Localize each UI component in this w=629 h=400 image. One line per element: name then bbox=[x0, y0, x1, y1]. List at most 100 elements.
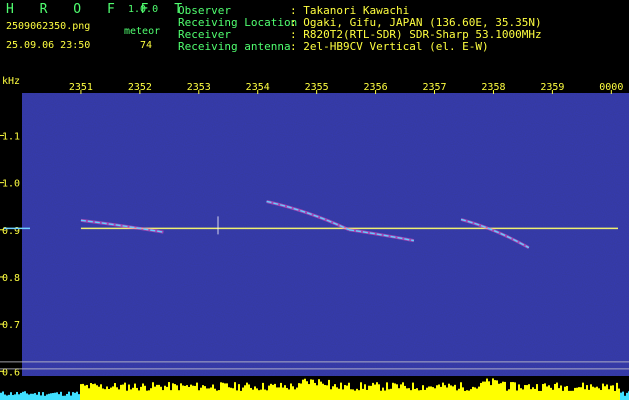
histogram-bar bbox=[156, 384, 158, 400]
histogram-bar bbox=[274, 383, 276, 400]
histogram-bar bbox=[50, 393, 52, 400]
histogram-bar bbox=[450, 385, 452, 400]
histogram-bar bbox=[536, 384, 538, 400]
histogram-bar bbox=[258, 390, 260, 400]
histogram-bar bbox=[26, 393, 28, 400]
histogram-bar bbox=[582, 382, 584, 400]
histogram-bar bbox=[88, 388, 90, 400]
histogram-bar bbox=[356, 388, 358, 400]
histogram-bar bbox=[602, 383, 604, 400]
antenna-label: Receiving antenna bbox=[178, 40, 291, 53]
histogram-bar bbox=[78, 394, 80, 400]
histogram-bar bbox=[546, 386, 548, 400]
histogram-bar bbox=[268, 385, 270, 400]
histogram-bar bbox=[576, 387, 578, 400]
histogram-bar bbox=[494, 380, 496, 400]
histogram-bar bbox=[482, 381, 484, 400]
histogram-bar bbox=[506, 390, 508, 400]
histogram-bar bbox=[532, 387, 534, 400]
histogram-bar bbox=[192, 385, 194, 400]
x-tick-label: 2359 bbox=[540, 82, 564, 93]
histogram-bar bbox=[314, 382, 316, 400]
histogram-bar bbox=[516, 390, 518, 400]
histogram-bar bbox=[44, 395, 46, 400]
histogram-bar bbox=[458, 388, 460, 400]
histogram-bar bbox=[286, 387, 288, 400]
histogram-bar bbox=[618, 388, 620, 400]
histogram-bar bbox=[136, 387, 138, 400]
histogram-bar bbox=[146, 390, 148, 400]
histogram-bar bbox=[86, 384, 88, 400]
noise-field bbox=[22, 93, 629, 376]
histogram-bar bbox=[340, 382, 342, 400]
histogram-bar bbox=[182, 385, 184, 400]
histogram-bar bbox=[412, 382, 414, 400]
histogram-bar bbox=[36, 394, 38, 400]
histogram-bar bbox=[212, 384, 214, 400]
histogram-bar bbox=[236, 390, 238, 400]
histogram-bar bbox=[148, 390, 150, 400]
histogram-bar bbox=[440, 386, 442, 400]
histogram-bar bbox=[510, 382, 512, 400]
histogram-bar bbox=[62, 395, 64, 400]
receiver-value: : R820T2(RTL-SDR) SDR-Sharp 53.1000MHz bbox=[290, 28, 542, 41]
histogram-bar bbox=[544, 383, 546, 400]
histogram-bar bbox=[610, 385, 612, 400]
histogram-bar bbox=[296, 387, 298, 400]
histogram-bar bbox=[272, 384, 274, 400]
histogram-bar bbox=[410, 390, 412, 400]
histogram-bar bbox=[70, 395, 72, 400]
histogram-bar bbox=[32, 393, 34, 400]
histogram-bar bbox=[452, 386, 454, 400]
histogram-bar bbox=[330, 389, 332, 400]
histogram-bar bbox=[624, 395, 626, 400]
histogram-bar bbox=[558, 388, 560, 400]
histogram-bar bbox=[428, 386, 430, 400]
histogram-bar bbox=[168, 382, 170, 400]
histogram-bar bbox=[556, 382, 558, 400]
histogram-bar bbox=[332, 386, 334, 400]
histogram-bar bbox=[76, 391, 78, 400]
histogram-bar bbox=[406, 388, 408, 400]
histogram-bar bbox=[348, 382, 350, 400]
histogram-bar bbox=[386, 382, 388, 400]
histogram-bar bbox=[252, 389, 254, 400]
histogram-bar bbox=[342, 389, 344, 400]
histogram-bar bbox=[194, 385, 196, 400]
histogram-bar bbox=[214, 388, 216, 400]
histogram-bar bbox=[600, 390, 602, 400]
histogram-bar bbox=[334, 384, 336, 400]
histogram-bar bbox=[448, 383, 450, 400]
histogram-bar bbox=[464, 390, 466, 400]
histogram-bar bbox=[486, 378, 488, 400]
histogram-bar bbox=[124, 382, 126, 400]
histogram-bar bbox=[16, 391, 18, 400]
histogram-bar bbox=[284, 385, 286, 400]
histogram-bar bbox=[364, 384, 366, 400]
histogram-bar bbox=[306, 381, 308, 400]
histogram-bar bbox=[172, 383, 174, 400]
histogram-bar bbox=[186, 385, 188, 400]
histogram-bar bbox=[114, 383, 116, 400]
histogram-bar bbox=[616, 382, 618, 400]
histogram-bar bbox=[40, 395, 42, 400]
histogram-bar bbox=[126, 390, 128, 400]
image-datetime: 25.09.06 23:50 bbox=[6, 40, 91, 51]
histogram-bar bbox=[266, 390, 268, 400]
histogram-bar bbox=[496, 380, 498, 400]
histogram-bar bbox=[604, 386, 606, 400]
histogram-bar bbox=[130, 389, 132, 400]
histogram-bar bbox=[160, 386, 162, 400]
histogram-bar bbox=[292, 386, 294, 400]
histogram-bar bbox=[432, 387, 434, 400]
detection-count: 74 bbox=[140, 40, 153, 51]
histogram-bar bbox=[152, 382, 154, 400]
histogram-bar bbox=[154, 386, 156, 400]
histogram-bar bbox=[594, 387, 596, 400]
histogram-bar bbox=[60, 391, 62, 400]
x-tick-label: 2356 bbox=[364, 82, 388, 93]
histogram-bar bbox=[522, 389, 524, 400]
histogram-bar bbox=[90, 383, 92, 400]
histogram-bar bbox=[384, 390, 386, 400]
histogram-bar bbox=[46, 394, 48, 400]
